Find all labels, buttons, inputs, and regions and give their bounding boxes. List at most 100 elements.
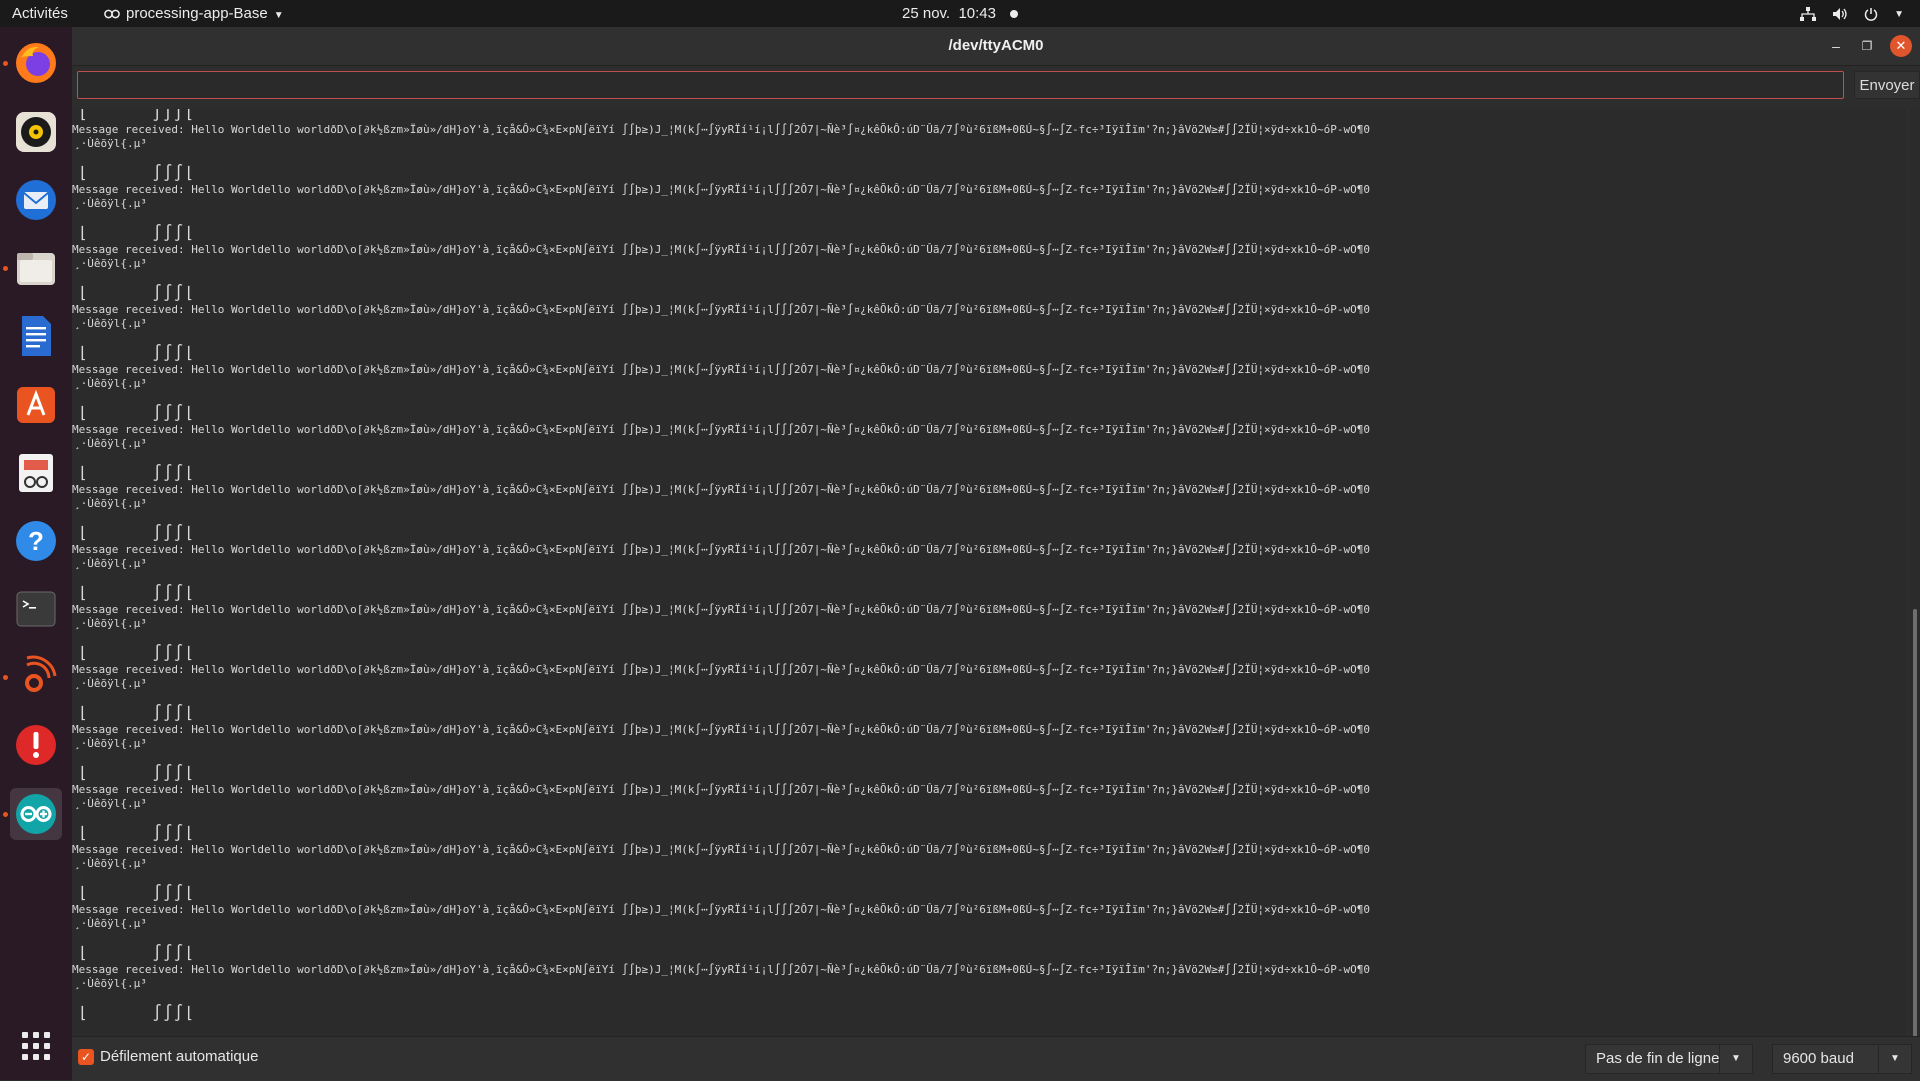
console-message-tail: ¸·Ùêõÿl{.µ³ [74, 557, 147, 570]
console-garbage-line: ⌊ ∫∫∫⌊ [78, 943, 195, 962]
volume-icon [1832, 8, 1847, 21]
ubuntu-podcast-icon [25, 655, 57, 692]
baud-rate-value: 9600 baud [1783, 1050, 1854, 1067]
baud-rate-select[interactable]: 9600 baud ▼ [1772, 1044, 1912, 1074]
dock-help[interactable]: ? [10, 515, 62, 567]
console-message-line: Message received: Hello Worldello worldð… [72, 363, 1371, 376]
autoscroll-checkbox[interactable]: ✓ [78, 1049, 94, 1065]
serial-output[interactable]: ⌊ ∫∫∫⌊ Message received: Hello Worldello … [72, 109, 1906, 1063]
running-indicator [3, 266, 8, 271]
console-message-tail: ¸·Ùêõÿl{.µ³ [74, 137, 147, 150]
system-status-area[interactable]: ▼ [1788, 0, 1904, 27]
scrollbar-thumb[interactable] [1913, 609, 1917, 1059]
dock-firefox[interactable] [3, 37, 62, 89]
console-message-line: Message received: Hello Worldello worldð… [72, 663, 1371, 676]
console-garbage-line: ⌊ ∫∫∫⌊ [78, 823, 195, 842]
dock-files[interactable] [3, 242, 62, 294]
console-message-tail: ¸·Ùêõÿl{.µ³ [74, 737, 147, 750]
dock-terminal[interactable] [10, 583, 62, 635]
scrollbar[interactable] [1910, 109, 1920, 1063]
console-message-line: Message received: Hello Worldello worldð… [72, 963, 1371, 976]
error-report-icon [16, 725, 56, 765]
line-ending-value: Pas de fin de ligne [1596, 1050, 1720, 1067]
console-message-line: Message received: Hello Worldello worldð… [72, 123, 1371, 136]
dock-arduino[interactable] [3, 788, 62, 840]
console-garbage-line: ⌊ ∫∫∫⌊ [78, 109, 195, 122]
running-indicator [3, 812, 8, 817]
app-menu[interactable]: processing-app-Base ▼ [104, 0, 284, 27]
chevron-down-icon: ▼ [273, 10, 284, 21]
chevron-down-icon: ▼ [1894, 8, 1904, 20]
console-message-line: Message received: Hello Worldello worldð… [72, 303, 1371, 316]
clock[interactable]: 25 nov. 10:43 [902, 5, 1018, 22]
chevron-down-icon: ▼ [1719, 1045, 1752, 1073]
console-message-line: Message received: Hello Worldello worldð… [72, 423, 1371, 436]
console-message-tail: ¸·Ùêõÿl{.µ³ [74, 257, 147, 270]
send-button[interactable]: Envoyer [1854, 71, 1920, 99]
app-name: processing-app-Base [126, 5, 268, 22]
dock-show-apps[interactable] [10, 1020, 62, 1072]
console-message: ⌊ ∫∫∫⌊ Message received: Hello Worldello … [72, 283, 1906, 343]
console-message-tail: ¸·Ùêõÿl{.µ³ [74, 797, 147, 810]
date-label: 25 nov. [902, 5, 951, 22]
console-garbage-line: ⌊ ∫∫∫⌊ [78, 763, 195, 782]
console-garbage-line: ⌊ ∫∫∫⌊ [78, 283, 195, 302]
console-garbage-line: ⌊ ∫∫∫⌊ [78, 403, 195, 422]
console-message: ⌊ ∫∫∫⌊ Message received: Hello Worldello … [72, 523, 1906, 583]
close-button[interactable]: ✕ [1890, 35, 1912, 57]
window-title: /dev/ttyACM0 [948, 37, 1044, 54]
serial-input[interactable] [77, 71, 1844, 99]
dock-document-viewer[interactable] [10, 447, 62, 499]
files-icon [17, 253, 55, 285]
serial-monitor-window: /dev/ttyACM0 – ❐ ✕ Envoyer ⌊ ∫∫∫⌊ Message… [72, 27, 1920, 1081]
console-message: ⌊ ∫∫∫⌊ Message received: Hello Worldello … [72, 583, 1906, 643]
dock-writer[interactable] [10, 310, 62, 362]
console-message-tail: ¸·Ùêõÿl{.µ³ [74, 917, 147, 930]
console-garbage-line: ⌊ ∫∫∫⌊ [78, 883, 195, 902]
dock-thunderbird[interactable] [10, 174, 62, 226]
maximize-button[interactable]: ❐ [1856, 35, 1878, 57]
console-message: ⌊ ∫∫∫⌊ Message received: Hello Worldello … [72, 163, 1906, 223]
show-apps-icon [22, 1032, 50, 1060]
chevron-down-icon: ▼ [1878, 1045, 1911, 1073]
console-message: ⌊ ∫∫∫⌊ Message received: Hello Worldello … [72, 943, 1906, 1003]
rhythmbox-icon [16, 112, 56, 152]
console-garbage-line: ⌊ ∫∫∫⌊ [78, 643, 195, 662]
svg-text:?: ? [28, 526, 44, 556]
notification-dot-icon [1009, 10, 1018, 19]
libreoffice-writer-icon [22, 316, 51, 356]
console-message-line: Message received: Hello Worldello worldð… [72, 903, 1371, 916]
console-message-tail: ¸·Ùêõÿl{.µ³ [74, 377, 147, 390]
serial-output-content: ⌊ ∫∫∫⌊ Message received: Hello Worldello … [72, 109, 1906, 1063]
dock-podcast[interactable] [3, 651, 62, 703]
console-message-tail: ¸·Ùêõÿl{.µ³ [74, 197, 147, 210]
console-message-line: Message received: Hello Worldello worldð… [72, 723, 1371, 736]
console-garbage-line: ⌊ ∫∫∫⌊ [78, 463, 195, 482]
activities-button[interactable]: Activités [12, 0, 68, 27]
send-row: Envoyer [77, 71, 1920, 103]
line-ending-select[interactable]: Pas de fin de ligne ▼ [1585, 1044, 1753, 1074]
console-message: ⌊ ∫∫∫⌊ Message received: Hello Worldello … [72, 823, 1906, 883]
network-icon [1799, 7, 1816, 22]
dock-error-report[interactable] [10, 719, 62, 771]
console-message-tail: ¸·Ùêõÿl{.µ³ [74, 677, 147, 690]
console-message-line: Message received: Hello Worldello worldð… [72, 603, 1371, 616]
help-icon: ? [16, 521, 56, 561]
console-message: ⌊ ∫∫∫⌊ Message received: Hello Worldello … [72, 223, 1906, 283]
console-garbage-line: ⌊ ∫∫∫⌊ [78, 703, 195, 722]
console-message: ⌊ ∫∫∫⌊ Message received: Hello Worldello … [72, 343, 1906, 403]
arduino-small-icon [104, 9, 120, 19]
dock-rhythmbox[interactable] [10, 106, 62, 158]
console-message-tail: ¸·Ùêõÿl{.µ³ [74, 437, 147, 450]
console-message: ⌊ ∫∫∫⌊ Message received: Hello Worldello … [72, 643, 1906, 703]
dock-software[interactable] [10, 378, 62, 430]
running-indicator [3, 675, 8, 680]
title-bar[interactable]: /dev/ttyACM0 – ❐ ✕ [72, 27, 1920, 66]
autoscroll-label[interactable]: Défilement automatique [100, 1049, 258, 1065]
console-message-tail: ¸·Ùêõÿl{.µ³ [74, 317, 147, 330]
console-garbage-line: ⌊ ∫∫∫⌊ [78, 163, 195, 182]
top-bar: Activités processing-app-Base ▼ 25 nov. 1… [0, 0, 1920, 27]
time-label: 10:43 [958, 5, 996, 22]
minimize-button[interactable]: – [1825, 35, 1847, 57]
power-icon [1864, 8, 1878, 21]
